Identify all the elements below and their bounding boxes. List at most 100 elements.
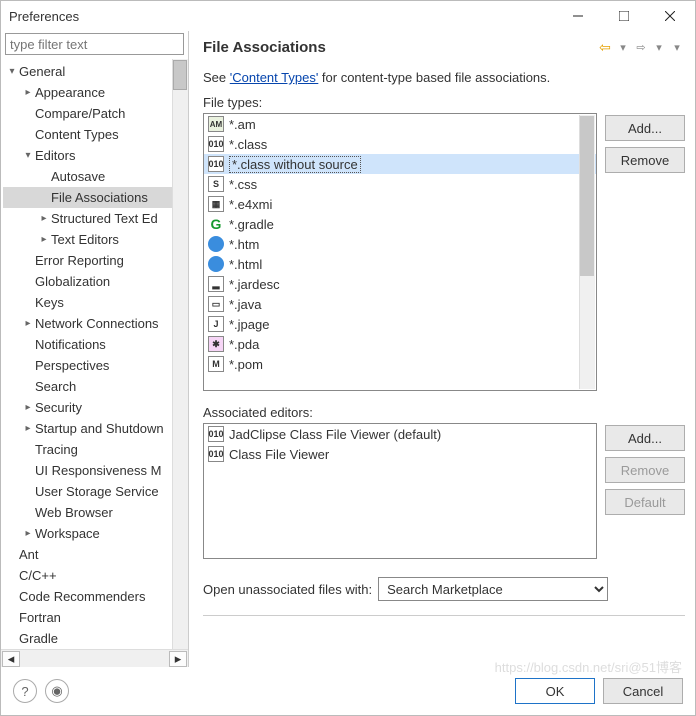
tree-node[interactable]: ▾Editors [3, 145, 188, 166]
content-types-link[interactable]: 'Content Types' [230, 70, 319, 85]
preference-tree[interactable]: ▾General▸AppearanceCompare/PatchContent … [1, 59, 188, 649]
list-item[interactable]: J*.jpage [204, 314, 596, 334]
scroll-left-icon[interactable]: ◂ [2, 651, 20, 667]
expand-icon[interactable]: ▸ [21, 317, 35, 331]
expand-icon[interactable]: ▸ [21, 401, 35, 415]
ok-button[interactable]: OK [515, 678, 595, 704]
tree-node[interactable]: ▸Security [3, 397, 188, 418]
tree-node[interactable]: Tracing [3, 439, 188, 460]
expand-icon[interactable]: ▸ [21, 86, 35, 100]
minimize-button[interactable] [555, 1, 601, 31]
tree-node[interactable]: ▸Structured Text Ed [3, 208, 188, 229]
tree-node[interactable]: ▸Appearance [3, 82, 188, 103]
list-item[interactable]: ▦*.e4xmi [204, 194, 596, 214]
list-item[interactable]: *.html [204, 254, 596, 274]
filter-input[interactable] [5, 33, 184, 55]
tree-node[interactable]: ▸Workspace [3, 523, 188, 544]
tree-node[interactable]: Web Browser [3, 502, 188, 523]
expand-icon[interactable]: ▸ [21, 527, 35, 541]
page-menu-icon[interactable]: ▾ [669, 40, 685, 56]
tree-hscroll[interactable]: ◂ ▸ [1, 649, 188, 667]
expand-icon[interactable] [21, 380, 35, 394]
tree-node[interactable]: Perspectives [3, 355, 188, 376]
tree-node[interactable]: File Associations [3, 187, 188, 208]
forward-icon[interactable]: ⇨ [633, 40, 649, 56]
expand-icon[interactable] [21, 296, 35, 310]
list-item[interactable]: 010*.class [204, 134, 596, 154]
expand-icon[interactable] [5, 569, 19, 583]
tree-scrollbar[interactable] [172, 59, 188, 649]
expand-icon[interactable] [21, 254, 35, 268]
expand-icon[interactable] [5, 548, 19, 562]
filetypes-scrollbar[interactable] [579, 115, 595, 389]
expand-icon[interactable] [37, 191, 51, 205]
tree-node[interactable]: Globalization [3, 271, 188, 292]
list-item[interactable]: ✱*.pda [204, 334, 596, 354]
close-button[interactable] [647, 1, 693, 31]
expand-icon[interactable] [5, 632, 19, 646]
expand-icon[interactable] [21, 275, 35, 289]
tree-node[interactable]: ▾General [3, 61, 188, 82]
expand-icon[interactable] [5, 611, 19, 625]
expand-icon[interactable]: ▾ [5, 65, 19, 79]
expand-icon[interactable] [21, 506, 35, 520]
expand-icon[interactable]: ▸ [37, 233, 51, 247]
tree-node[interactable]: Gradle [3, 628, 188, 649]
tree-node[interactable]: Code Recommenders [3, 586, 188, 607]
list-item[interactable]: 010JadClipse Class File Viewer (default) [204, 424, 596, 444]
filetypes-list[interactable]: AM*.am010*.class010*.class without sourc… [203, 113, 597, 391]
remove-editor-button[interactable]: Remove [605, 457, 685, 483]
expand-icon[interactable]: ▾ [21, 149, 35, 163]
back-icon[interactable]: ⇦ [597, 40, 613, 56]
tree-node[interactable]: ▸Network Connections [3, 313, 188, 334]
tree-node[interactable]: Content Types [3, 124, 188, 145]
expand-icon[interactable] [21, 359, 35, 373]
expand-icon[interactable] [21, 338, 35, 352]
list-item[interactable]: ▭*.java [204, 294, 596, 314]
list-item[interactable]: M*.pom [204, 354, 596, 374]
forward-menu-icon[interactable]: ▾ [651, 40, 667, 56]
open-with-select[interactable]: Search Marketplace [378, 577, 608, 601]
expand-icon[interactable] [21, 464, 35, 478]
expand-icon[interactable]: ▸ [21, 422, 35, 436]
tree-node[interactable]: Error Reporting [3, 250, 188, 271]
help-icon[interactable]: ? [13, 679, 37, 703]
tree-node[interactable]: ▸Text Editors [3, 229, 188, 250]
tree-node[interactable]: Notifications [3, 334, 188, 355]
list-item[interactable]: *.htm [204, 234, 596, 254]
tree-node[interactable]: C/C++ [3, 565, 188, 586]
remove-filetype-button[interactable]: Remove [605, 147, 685, 173]
list-item[interactable]: G*.gradle [204, 214, 596, 234]
apply-icon[interactable]: ◉ [45, 679, 69, 703]
tree-node[interactable]: ▸Startup and Shutdown [3, 418, 188, 439]
tree-label: Globalization [35, 274, 110, 289]
tree-node[interactable]: Search [3, 376, 188, 397]
expand-icon[interactable] [21, 128, 35, 142]
expand-icon[interactable]: ▸ [37, 212, 51, 226]
back-menu-icon[interactable]: ▾ [615, 40, 631, 56]
tree-node[interactable]: UI Responsiveness M [3, 460, 188, 481]
expand-icon[interactable] [5, 590, 19, 604]
editors-list[interactable]: 010JadClipse Class File Viewer (default)… [203, 423, 597, 559]
tree-node[interactable]: Compare/Patch [3, 103, 188, 124]
scroll-right-icon[interactable]: ▸ [169, 651, 187, 667]
tree-node[interactable]: Keys [3, 292, 188, 313]
tree-node[interactable]: Fortran [3, 607, 188, 628]
list-item[interactable]: AM*.am [204, 114, 596, 134]
expand-icon[interactable] [21, 107, 35, 121]
add-filetype-button[interactable]: Add... [605, 115, 685, 141]
list-item[interactable]: ▂*.jardesc [204, 274, 596, 294]
default-editor-button[interactable]: Default [605, 489, 685, 515]
expand-icon[interactable] [21, 443, 35, 457]
maximize-button[interactable] [601, 1, 647, 31]
tree-node[interactable]: Autosave [3, 166, 188, 187]
tree-node[interactable]: User Storage Service [3, 481, 188, 502]
expand-icon[interactable] [37, 170, 51, 184]
cancel-button[interactable]: Cancel [603, 678, 683, 704]
list-item[interactable]: 010Class File Viewer [204, 444, 596, 464]
add-editor-button[interactable]: Add... [605, 425, 685, 451]
list-item[interactable]: S*.css [204, 174, 596, 194]
expand-icon[interactable] [21, 485, 35, 499]
tree-node[interactable]: Ant [3, 544, 188, 565]
list-item[interactable]: 010*.class without source [204, 154, 596, 174]
